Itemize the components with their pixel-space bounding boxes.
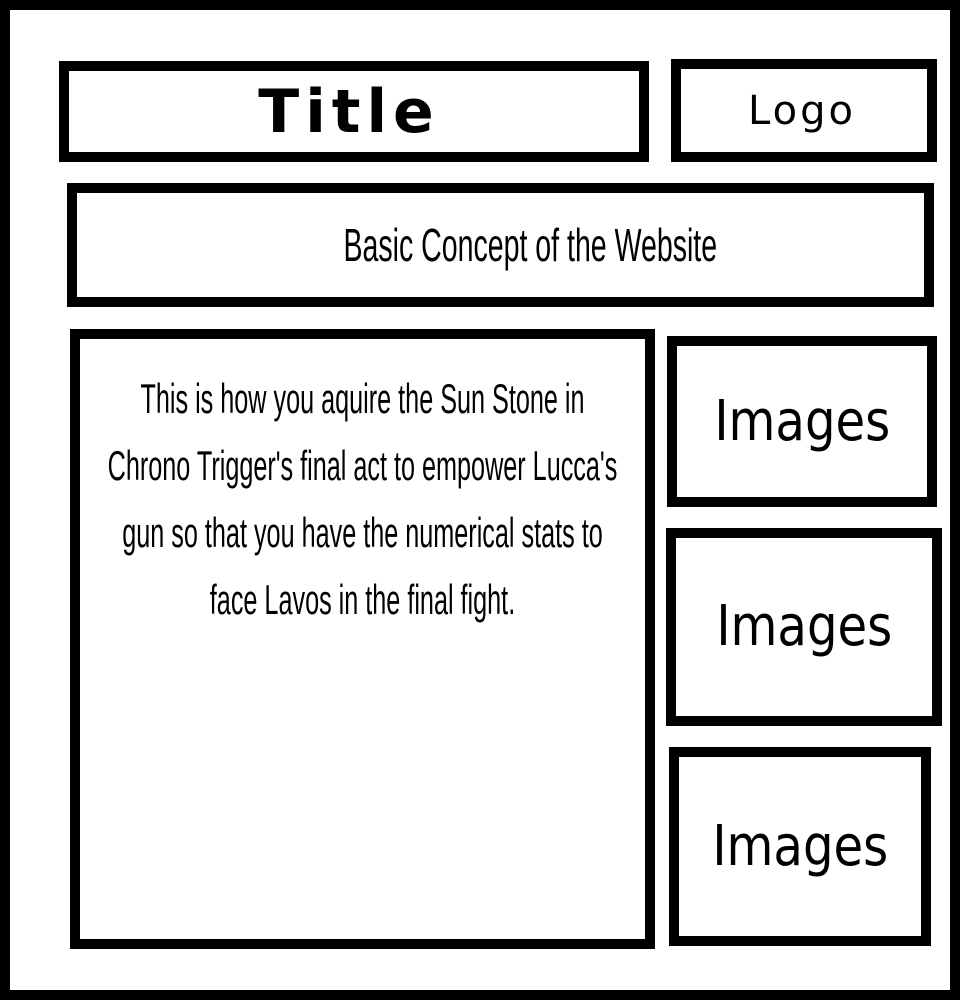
image-box-2: Images (666, 528, 942, 726)
page-frame: Title Logo Basic Concept of the Website … (0, 0, 960, 1000)
concept-text: Basic Concept of the Website (343, 219, 718, 271)
image-label: Images (716, 594, 892, 659)
page-title: Title (258, 76, 440, 147)
content-box: This is how you aquire the Sun Stone in … (70, 329, 655, 949)
image-box-1: Images (667, 336, 937, 507)
content-paragraph: This is how you aquire the Sun Stone in … (107, 375, 618, 623)
logo-box: Logo (671, 59, 937, 162)
image-label: Images (714, 388, 890, 454)
concept-box: Basic Concept of the Website (67, 183, 934, 307)
logo-label: Logo (748, 87, 856, 134)
image-box-3: Images (669, 747, 931, 946)
image-label: Images (712, 813, 888, 879)
title-box: Title (59, 61, 649, 162)
